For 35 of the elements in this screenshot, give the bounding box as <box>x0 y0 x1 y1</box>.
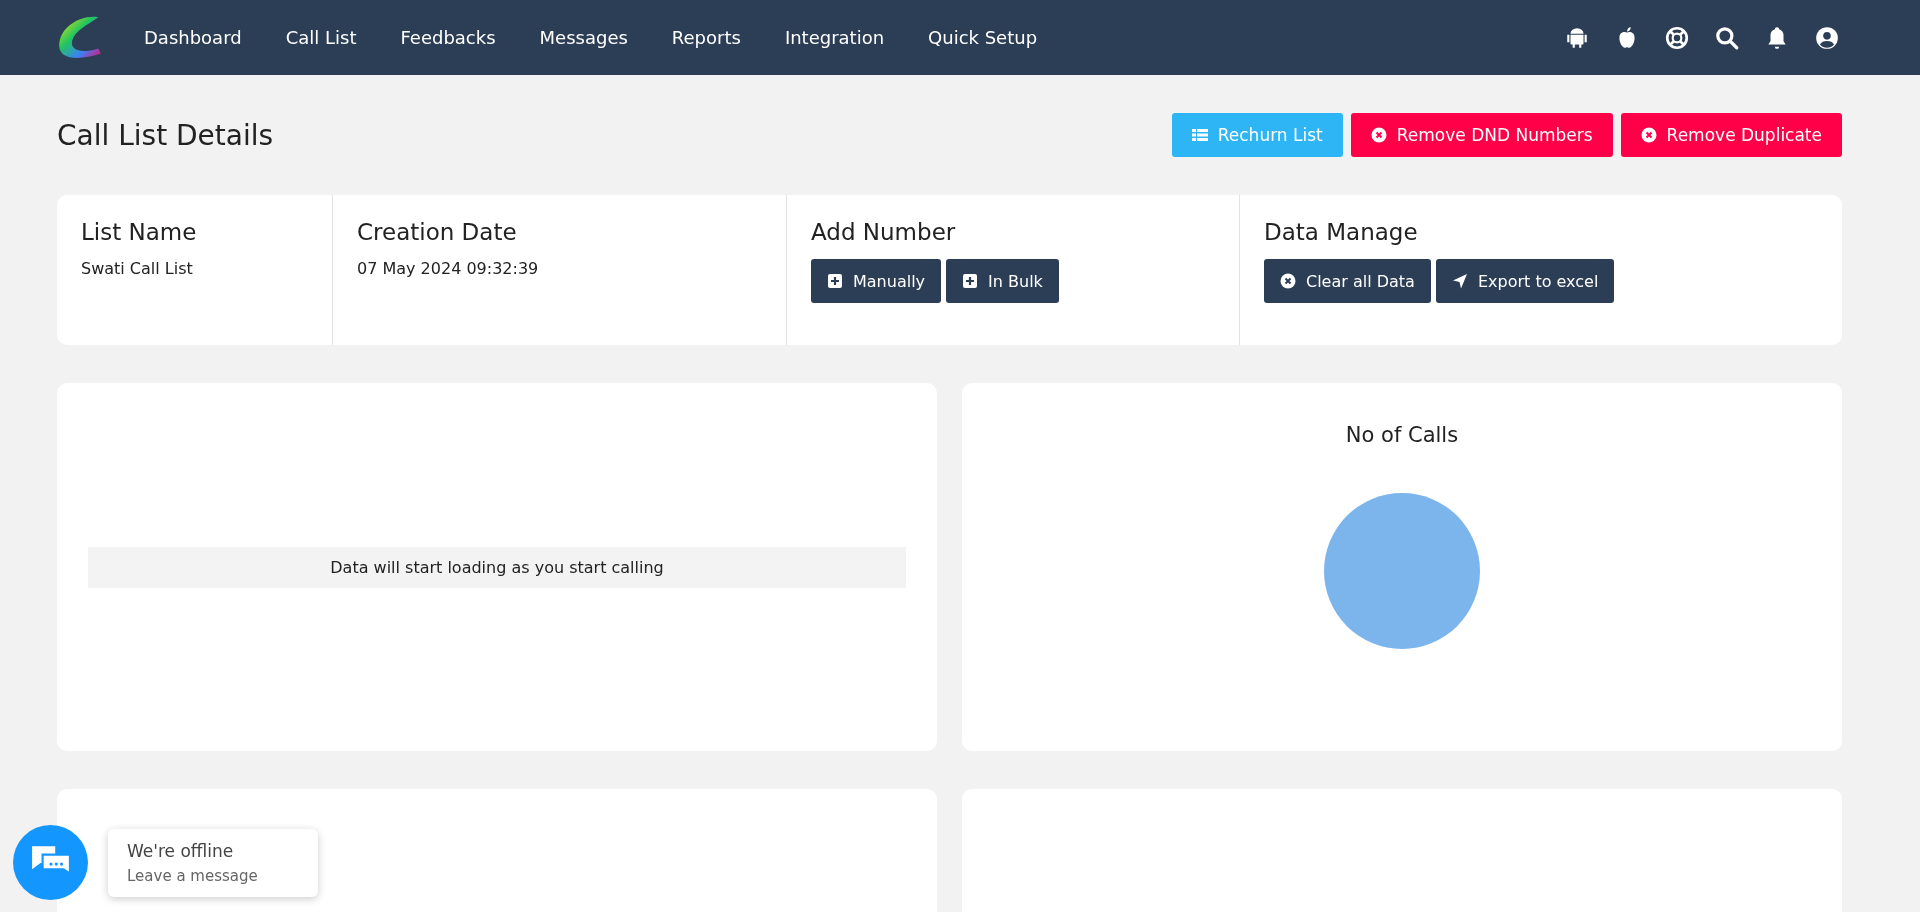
plus-square-icon <box>827 273 843 289</box>
info-heading: Add Number <box>811 219 957 245</box>
info-value: 07 May 2024 09:32:39 <box>357 259 540 278</box>
close-circle-icon <box>1640 127 1657 143</box>
nav-link[interactable]: Feedbacks <box>378 27 518 48</box>
action-button[interactable]: Remove DND Numbers <box>1350 113 1613 157</box>
lifebuoy-icon[interactable] <box>1664 24 1690 51</box>
action-button[interactable]: In Bulk <box>946 259 1059 303</box>
location-arrow-icon <box>1451 273 1468 289</box>
chat-status: We're offline <box>127 840 235 861</box>
nav-link[interactable]: Quick Setup <box>906 27 1060 48</box>
search-icon[interactable] <box>1714 24 1740 51</box>
close-circle-icon <box>1280 273 1296 289</box>
action-button[interactable]: Export to excel <box>1435 259 1615 303</box>
list-icon <box>1191 127 1208 143</box>
info-value: Swati Call List <box>81 259 194 278</box>
close-circle-icon <box>1370 127 1387 143</box>
chat-popup[interactable]: We're offline Leave a message <box>108 828 318 897</box>
user-icon[interactable] <box>1814 24 1840 51</box>
nav-link[interactable]: Messages <box>517 27 650 48</box>
empty-message: Data will start loading as you start calling <box>88 546 906 588</box>
nav-link[interactable]: Dashboard <box>122 27 264 48</box>
plus-square-icon <box>962 273 979 289</box>
info-heading: Data Manage <box>1264 219 1419 245</box>
action-button[interactable]: Remove Duplicate <box>1620 113 1842 157</box>
chart-title: No of Calls <box>1345 423 1459 447</box>
nav-link[interactable]: Integration <box>762 27 907 48</box>
info-heading: Creation Date <box>357 219 518 245</box>
action-button[interactable]: Clear all Data <box>1264 259 1431 303</box>
info-heading: List Name <box>81 219 198 245</box>
nav-link[interactable]: Reports <box>649 27 763 48</box>
chat-hint: Leave a message <box>127 866 258 885</box>
page-title: Call List Details <box>57 118 274 152</box>
nav-link[interactable]: Call List <box>263 27 379 48</box>
action-button[interactable]: Manually <box>811 259 942 303</box>
